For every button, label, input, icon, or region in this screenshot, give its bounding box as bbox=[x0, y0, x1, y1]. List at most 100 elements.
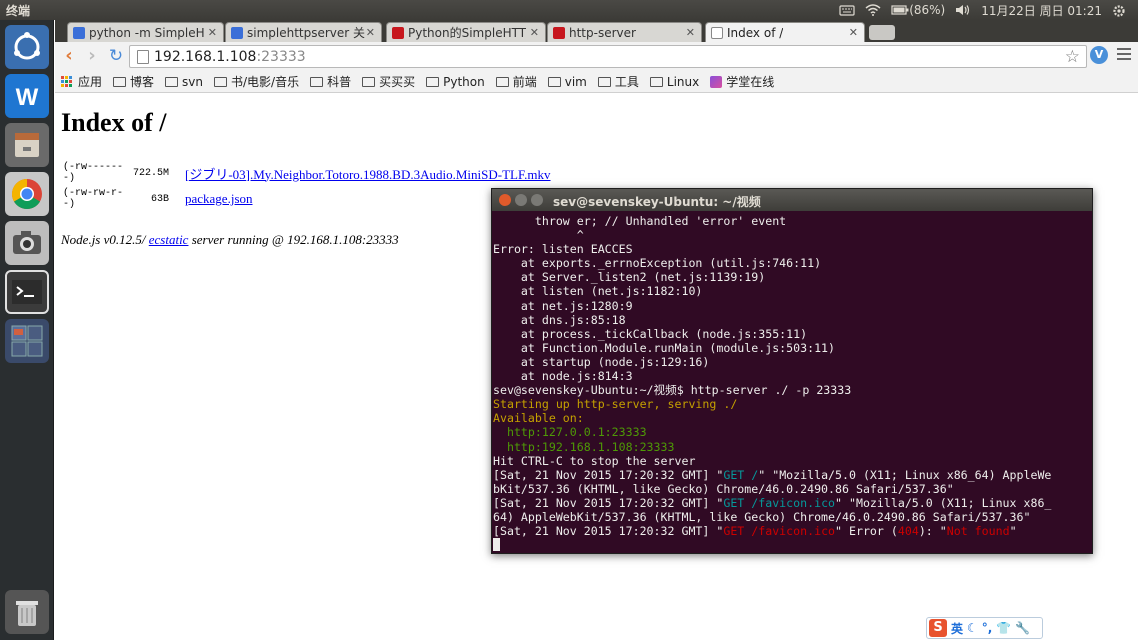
bookmark-label: Python bbox=[443, 74, 485, 89]
baidu-favicon-icon bbox=[73, 26, 85, 39]
terminal-text: Not found bbox=[946, 524, 1010, 539]
wrench-icon[interactable]: 🔧 bbox=[1015, 621, 1030, 635]
bookmark-folder-svn[interactable]: svn bbox=[165, 75, 203, 89]
terminal-titlebar[interactable]: sev@sevenskey-Ubuntu: ~/视频 bbox=[492, 189, 1092, 211]
browser-toolbar: ‹ › ↻ 192.168.1.108:23333 ☆ V bbox=[55, 42, 1138, 71]
terminal-line: bKit/537.36 (KHTML, like Gecko) Chrome/4… bbox=[493, 482, 1092, 496]
tab-strip: python -m SimpleH ✕ simplehttpserver 关 ✕… bbox=[55, 20, 1138, 42]
unity-launcher: W bbox=[0, 20, 54, 640]
maximize-window-icon[interactable] bbox=[531, 194, 543, 206]
punctuation-icon[interactable]: °, bbox=[982, 621, 993, 635]
shirt-icon[interactable]: 👕 bbox=[996, 621, 1011, 635]
file-manager-icon[interactable] bbox=[5, 123, 49, 167]
file-link[interactable]: [ジブリ-03].My.Neighbor.Totoro.1988.BD.3Aud… bbox=[185, 167, 551, 182]
ime-mode-label[interactable]: 英 bbox=[951, 620, 963, 637]
camera-app-icon[interactable] bbox=[5, 221, 49, 265]
trash-icon[interactable] bbox=[5, 590, 49, 634]
terminal-line: [Sat, 21 Nov 2015 17:20:32 GMT] "GET /fa… bbox=[493, 496, 1092, 510]
bookmark-folder-shopping[interactable]: 买买买 bbox=[362, 73, 415, 90]
bookmark-folder-media[interactable]: 书/电影/音乐 bbox=[214, 73, 299, 90]
terminal-line: sev@sevenskey-Ubuntu:~/视频$ http-server .… bbox=[493, 383, 1092, 397]
folder-icon bbox=[214, 76, 227, 87]
bookmark-star-icon[interactable]: ☆ bbox=[1065, 47, 1080, 67]
terminal-prompt-line bbox=[493, 538, 1092, 552]
active-app-title: 终端 bbox=[6, 3, 31, 18]
terminal-window[interactable]: sev@sevenskey-Ubuntu: ~/视频 throw er; // … bbox=[491, 188, 1093, 554]
reload-icon[interactable]: ↻ bbox=[106, 47, 126, 67]
terminal-text: at node.js:814:3 bbox=[493, 369, 633, 384]
terminal-text: " Error ( bbox=[835, 524, 898, 539]
bookmark-label: 博客 bbox=[130, 75, 155, 89]
tab-close-icon[interactable]: ✕ bbox=[530, 26, 539, 39]
bookmark-label: 工具 bbox=[614, 75, 639, 89]
forward-arrow-icon[interactable]: › bbox=[82, 47, 102, 67]
tab-close-icon[interactable]: ✕ bbox=[208, 26, 217, 39]
bookmark-folder-tools[interactable]: 工具 bbox=[597, 73, 639, 90]
terminal-text: GET /favicon.ico bbox=[723, 524, 836, 539]
terminal-line: at exports._errnoException (util.js:746:… bbox=[493, 256, 1092, 270]
bookmark-folder-linux[interactable]: Linux bbox=[649, 75, 699, 89]
tab-python-simplehttp[interactable]: python -m SimpleH ✕ bbox=[67, 22, 224, 42]
power-gear-icon[interactable] bbox=[1112, 4, 1128, 17]
ecstatic-link[interactable]: ecstatic bbox=[149, 232, 189, 247]
tab-index-of[interactable]: Index of / ✕ bbox=[705, 22, 865, 42]
terminal-text: at listen (net.js:1182:10) bbox=[493, 284, 703, 299]
tab-close-icon[interactable]: ✕ bbox=[366, 26, 375, 39]
terminal-app-icon[interactable] bbox=[5, 270, 49, 314]
workspace-switcher-icon[interactable] bbox=[5, 319, 49, 363]
dash-home-icon[interactable] bbox=[5, 25, 49, 69]
tab-close-icon[interactable]: ✕ bbox=[849, 26, 858, 39]
chrome-icon[interactable] bbox=[5, 172, 49, 216]
page-info-icon[interactable] bbox=[137, 50, 149, 64]
back-arrow-icon[interactable]: ‹ bbox=[59, 47, 79, 67]
terminal-line: at net.js:1280:9 bbox=[493, 299, 1092, 313]
battery-indicator[interactable]: (86%) bbox=[891, 3, 945, 17]
bookmark-folder-python[interactable]: Python bbox=[426, 75, 485, 89]
bookmark-folder-science[interactable]: 科普 bbox=[310, 73, 351, 90]
ime-status-bar[interactable]: S 英 ☾ °, 👕 🔧 bbox=[926, 617, 1043, 639]
terminal-output[interactable]: throw er; // Unhandled 'error' event ^ Er… bbox=[492, 211, 1092, 553]
address-bar[interactable]: 192.168.1.108:23333 ☆ bbox=[129, 45, 1087, 68]
moon-icon[interactable]: ☾ bbox=[967, 621, 978, 635]
bookmark-xuetangx[interactable]: 学堂在线 bbox=[710, 73, 774, 90]
bookmark-folder-frontend[interactable]: 前端 bbox=[495, 73, 537, 90]
new-tab-button[interactable] bbox=[869, 25, 895, 40]
terminal-text: Error: listen EACCES bbox=[493, 242, 633, 257]
keyboard-icon[interactable] bbox=[839, 4, 855, 16]
panel-clock[interactable]: 11月22日 周日 01:21 bbox=[981, 2, 1102, 19]
terminal-line: Error: listen EACCES bbox=[493, 242, 1092, 256]
close-window-icon[interactable] bbox=[499, 194, 511, 206]
terminal-text: at dns.js:85:18 bbox=[493, 312, 626, 327]
terminal-text: throw er; // Unhandled 'error' event bbox=[493, 214, 787, 228]
footer-text: server running @ 192.168.1.108:23333 bbox=[188, 232, 399, 247]
terminal-line: Available on: bbox=[493, 411, 1092, 425]
folder-icon bbox=[310, 76, 324, 87]
wps-writer-icon[interactable]: W bbox=[5, 74, 49, 118]
extension-icon[interactable]: V bbox=[1090, 46, 1108, 64]
terminal-text: GET / bbox=[723, 467, 759, 482]
file-permissions: (-rw-------) bbox=[63, 162, 124, 184]
sogou-logo-icon[interactable]: S bbox=[929, 619, 947, 637]
wifi-icon[interactable] bbox=[865, 4, 881, 16]
tab-simplehttpserver[interactable]: simplehttpserver 关 ✕ bbox=[225, 22, 382, 42]
tab-close-icon[interactable]: ✕ bbox=[686, 26, 695, 39]
top-panel: 终端 (86%) 11月22日 周日 01:21 bbox=[0, 0, 1138, 20]
tab-http-server[interactable]: http-server ✕ bbox=[547, 22, 702, 42]
tab-python-simplehttp-cn[interactable]: Python的SimpleHTT ✕ bbox=[386, 22, 546, 42]
terminal-text: at Server._listen2 (net.js:1139:19) bbox=[493, 270, 766, 285]
terminal-cursor bbox=[493, 538, 500, 552]
bookmark-folder-vim[interactable]: vim bbox=[547, 75, 587, 89]
file-permissions: (-rw-rw-r--) bbox=[63, 188, 124, 210]
file-listing: (-rw-------) 722.5M [ジブリ-03].My.Neighbor… bbox=[61, 160, 551, 212]
bookmark-folder-blog[interactable]: 博客 bbox=[113, 73, 154, 90]
terminal-line: [Sat, 21 Nov 2015 17:20:32 GMT] "GET /fa… bbox=[493, 524, 1092, 538]
volume-icon[interactable] bbox=[955, 4, 971, 16]
bookmark-label: 前端 bbox=[512, 75, 537, 89]
bookmark-apps[interactable]: 应用 bbox=[61, 73, 102, 90]
file-link[interactable]: package.json bbox=[185, 191, 253, 206]
xuetangx-icon bbox=[710, 75, 723, 88]
baidu-favicon-icon bbox=[231, 26, 243, 39]
url-host: 192.168.1.108 bbox=[154, 48, 257, 65]
chrome-menu-icon[interactable] bbox=[1117, 48, 1131, 63]
minimize-window-icon[interactable] bbox=[515, 194, 527, 206]
